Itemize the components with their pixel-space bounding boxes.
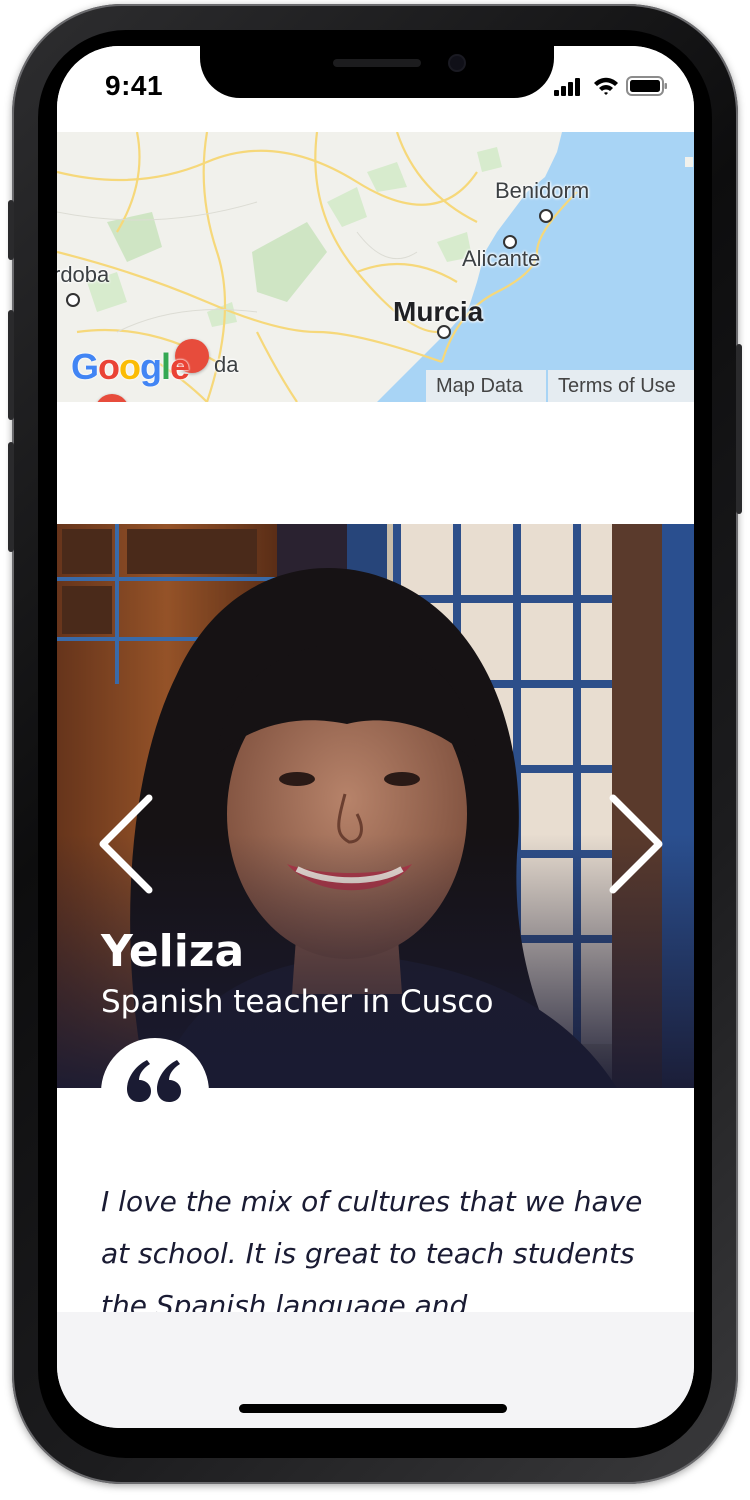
city-label: da — [214, 352, 239, 377]
quote-icon — [127, 1060, 181, 1102]
battery-icon — [626, 76, 667, 96]
volume-down-button — [8, 442, 14, 552]
terms-of-use-link[interactable]: Terms of Use — [548, 370, 694, 402]
city-marker — [66, 293, 80, 307]
speaker-grille — [333, 59, 421, 67]
next-button[interactable] — [605, 794, 665, 894]
google-logo: Google — [71, 346, 190, 387]
map-data-button[interactable]: Map Data — [426, 370, 546, 402]
home-indicator[interactable] — [239, 1404, 507, 1413]
city-marker — [539, 209, 553, 223]
status-bar: 9:41 — [57, 46, 694, 132]
map-view[interactable]: Benidorm Alicante rdoba Murcia da Google… — [57, 132, 694, 402]
city-label: rdoba — [57, 262, 110, 287]
teacher-role: Spanish teacher in Cusco — [101, 984, 494, 1020]
volume-up-button — [8, 310, 14, 420]
status-time: 9:41 — [105, 70, 164, 101]
city-label: Benidorm — [495, 178, 590, 203]
wifi-icon — [594, 77, 618, 95]
mute-switch — [8, 200, 14, 260]
teacher-name: Yeliza — [101, 926, 245, 977]
signal-icon — [554, 78, 580, 96]
notch — [200, 46, 554, 98]
testimonial-text: I love the mix of cultures that we have … — [101, 1185, 643, 1312]
front-camera — [450, 56, 464, 70]
spacer — [57, 402, 694, 524]
quote-badge — [101, 1038, 209, 1146]
chevron-left-icon — [99, 794, 153, 894]
screen: Benidorm Alicante rdoba Murcia da Google… — [57, 46, 694, 1428]
city-label: Alicante — [462, 246, 541, 271]
previous-button[interactable] — [97, 794, 157, 894]
city-label: Murcia — [393, 296, 484, 327]
power-button — [736, 344, 742, 514]
chevron-right-icon — [609, 794, 663, 894]
